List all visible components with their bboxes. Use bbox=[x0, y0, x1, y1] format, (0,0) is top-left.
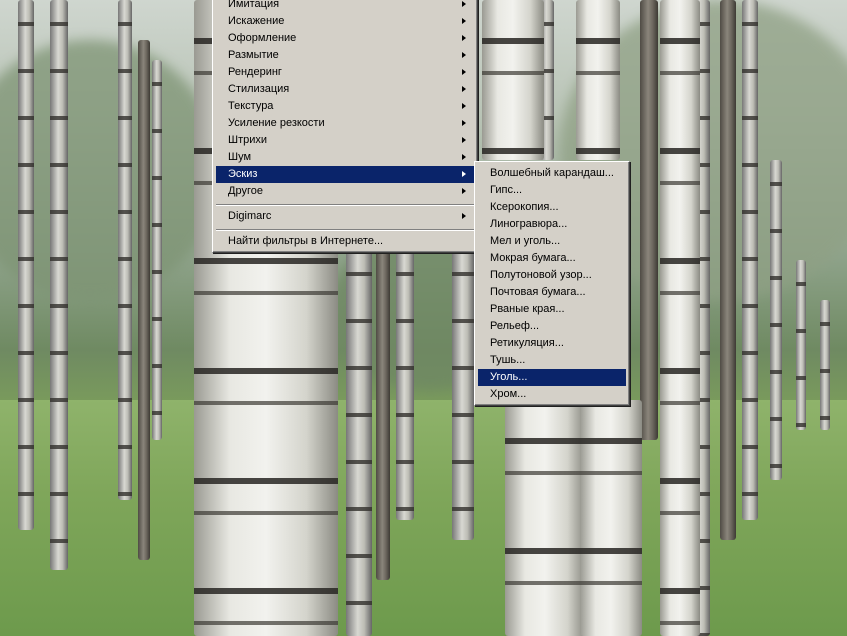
menu-item-find-filters-online[interactable]: Найти фильтры в Интернете... bbox=[216, 233, 474, 250]
menu-item-label: Уголь... bbox=[490, 371, 528, 383]
birch-trunk bbox=[118, 0, 132, 500]
menu-item-texture[interactable]: Текстура bbox=[216, 98, 474, 115]
menu-item-label: Оформление bbox=[228, 32, 297, 44]
birch-trunk bbox=[820, 300, 830, 430]
birch-trunk bbox=[452, 250, 474, 540]
submenu-item-halftone[interactable]: Полутоновой узор... bbox=[478, 267, 626, 284]
menu-item-label: Полутоновой узор... bbox=[490, 269, 592, 281]
menu-item-label: Тушь... bbox=[490, 354, 526, 366]
menu-item-design[interactable]: Оформление bbox=[216, 30, 474, 47]
menu-item-label: Стилизация bbox=[228, 83, 290, 95]
birch-trunk bbox=[396, 250, 414, 520]
menu-item-label: Хром... bbox=[490, 388, 527, 400]
menu-item-label: Линогравюра... bbox=[490, 218, 568, 230]
menu-separator bbox=[216, 204, 474, 206]
submenu-arrow-icon bbox=[462, 120, 466, 126]
submenu-item-plaster[interactable]: Гипс... bbox=[478, 182, 626, 199]
menu-item-label: Другое bbox=[228, 185, 263, 197]
menu-item-label: Текстура bbox=[228, 100, 274, 112]
submenu-item-relief[interactable]: Рельеф... bbox=[478, 318, 626, 335]
menu-item-sketch[interactable]: Эскиз bbox=[216, 166, 474, 183]
submenu-item-wet-paper[interactable]: Мокрая бумага... bbox=[478, 250, 626, 267]
submenu-arrow-icon bbox=[462, 188, 466, 194]
birch-trunk-large bbox=[580, 400, 642, 636]
submenu-item-torn-edges[interactable]: Рваные края... bbox=[478, 301, 626, 318]
menu-item-label: Почтовая бумага... bbox=[490, 286, 586, 298]
submenu-item-magic-pencil[interactable]: Волшебный карандаш... bbox=[478, 165, 626, 182]
submenu-arrow-icon bbox=[462, 213, 466, 219]
submenu-arrow-icon bbox=[462, 18, 466, 24]
menu-item-label: Ретикуляция... bbox=[490, 337, 564, 349]
menu-item-label: Мокрая бумага... bbox=[490, 252, 576, 264]
menu-item-other[interactable]: Другое bbox=[216, 183, 474, 200]
menu-item-label: Шум bbox=[228, 151, 252, 163]
birch-trunk bbox=[720, 0, 736, 540]
submenu-arrow-icon bbox=[462, 35, 466, 41]
submenu-arrow-icon bbox=[462, 103, 466, 109]
submenu-arrow-icon bbox=[462, 69, 466, 75]
birch-trunk bbox=[18, 0, 34, 530]
birch-trunk-large bbox=[576, 0, 620, 160]
menu-item-label: Размытие bbox=[228, 49, 279, 61]
birch-trunk bbox=[742, 0, 758, 520]
menu-item-strokes[interactable]: Штрихи bbox=[216, 132, 474, 149]
birch-trunk-large bbox=[660, 0, 700, 636]
birch-trunk bbox=[376, 250, 390, 580]
submenu-item-linocut[interactable]: Линогравюра... bbox=[478, 216, 626, 233]
submenu-item-charcoal[interactable]: Уголь... bbox=[478, 369, 626, 386]
menu-item-label: Искажение bbox=[228, 15, 285, 27]
menu-item-label: Мел и уголь... bbox=[490, 235, 561, 247]
submenu-item-photocopy[interactable]: Ксерокопия... bbox=[478, 199, 626, 216]
submenu-arrow-icon bbox=[462, 52, 466, 58]
submenu-item-ink[interactable]: Тушь... bbox=[478, 352, 626, 369]
birch-trunk bbox=[796, 260, 806, 430]
birch-trunk bbox=[138, 40, 150, 560]
submenu-item-chrome[interactable]: Хром... bbox=[478, 386, 626, 403]
sketch-submenu: Волшебный карандаш... Гипс... Ксерокопия… bbox=[474, 161, 630, 406]
menu-item-noise[interactable]: Шум bbox=[216, 149, 474, 166]
menu-item-distortion[interactable]: Искажение bbox=[216, 13, 474, 30]
menu-item-label: Гипс... bbox=[490, 184, 523, 196]
menu-item-stylize[interactable]: Стилизация bbox=[216, 81, 474, 98]
submenu-arrow-icon bbox=[462, 137, 466, 143]
birch-trunk bbox=[346, 250, 372, 636]
birch-trunk bbox=[50, 0, 68, 570]
filter-menu: Имитация Искажение Оформление Размытие Р… bbox=[212, 0, 478, 253]
menu-item-sharpen[interactable]: Усиление резкости bbox=[216, 115, 474, 132]
menu-item-label: Штрихи bbox=[228, 134, 268, 146]
birch-trunk bbox=[152, 60, 162, 440]
menu-item-blur[interactable]: Размытие bbox=[216, 47, 474, 64]
menu-item-label: Найти фильтры в Интернете... bbox=[228, 235, 384, 247]
menu-item-label: Волшебный карандаш... bbox=[490, 167, 614, 179]
menu-item-label: Digimarc bbox=[228, 210, 272, 222]
menu-item-label: Имитация bbox=[228, 0, 280, 10]
submenu-arrow-icon bbox=[462, 86, 466, 92]
menu-item-imitation[interactable]: Имитация bbox=[216, 0, 474, 13]
menu-item-label: Рельеф... bbox=[490, 320, 540, 332]
submenu-item-note-paper[interactable]: Почтовая бумага... bbox=[478, 284, 626, 301]
birch-trunk-large bbox=[505, 400, 585, 636]
birch-trunk bbox=[640, 0, 658, 440]
menu-item-label: Усиление резкости bbox=[228, 117, 325, 129]
menu-item-render[interactable]: Рендеринг bbox=[216, 64, 474, 81]
menu-item-label: Ксерокопия... bbox=[490, 201, 559, 213]
submenu-arrow-icon bbox=[462, 154, 466, 160]
birch-trunk bbox=[770, 160, 782, 480]
submenu-item-chalk-charcoal[interactable]: Мел и уголь... bbox=[478, 233, 626, 250]
menu-separator bbox=[216, 229, 474, 231]
menu-item-label: Эскиз bbox=[228, 168, 258, 180]
birch-trunk-large bbox=[482, 0, 544, 160]
menu-item-digimarc[interactable]: Digimarc bbox=[216, 208, 474, 225]
menu-item-label: Рендеринг bbox=[228, 66, 282, 78]
submenu-item-reticulation[interactable]: Ретикуляция... bbox=[478, 335, 626, 352]
menu-item-label: Рваные края... bbox=[490, 303, 565, 315]
submenu-arrow-icon bbox=[462, 1, 466, 7]
submenu-arrow-icon bbox=[462, 171, 466, 177]
